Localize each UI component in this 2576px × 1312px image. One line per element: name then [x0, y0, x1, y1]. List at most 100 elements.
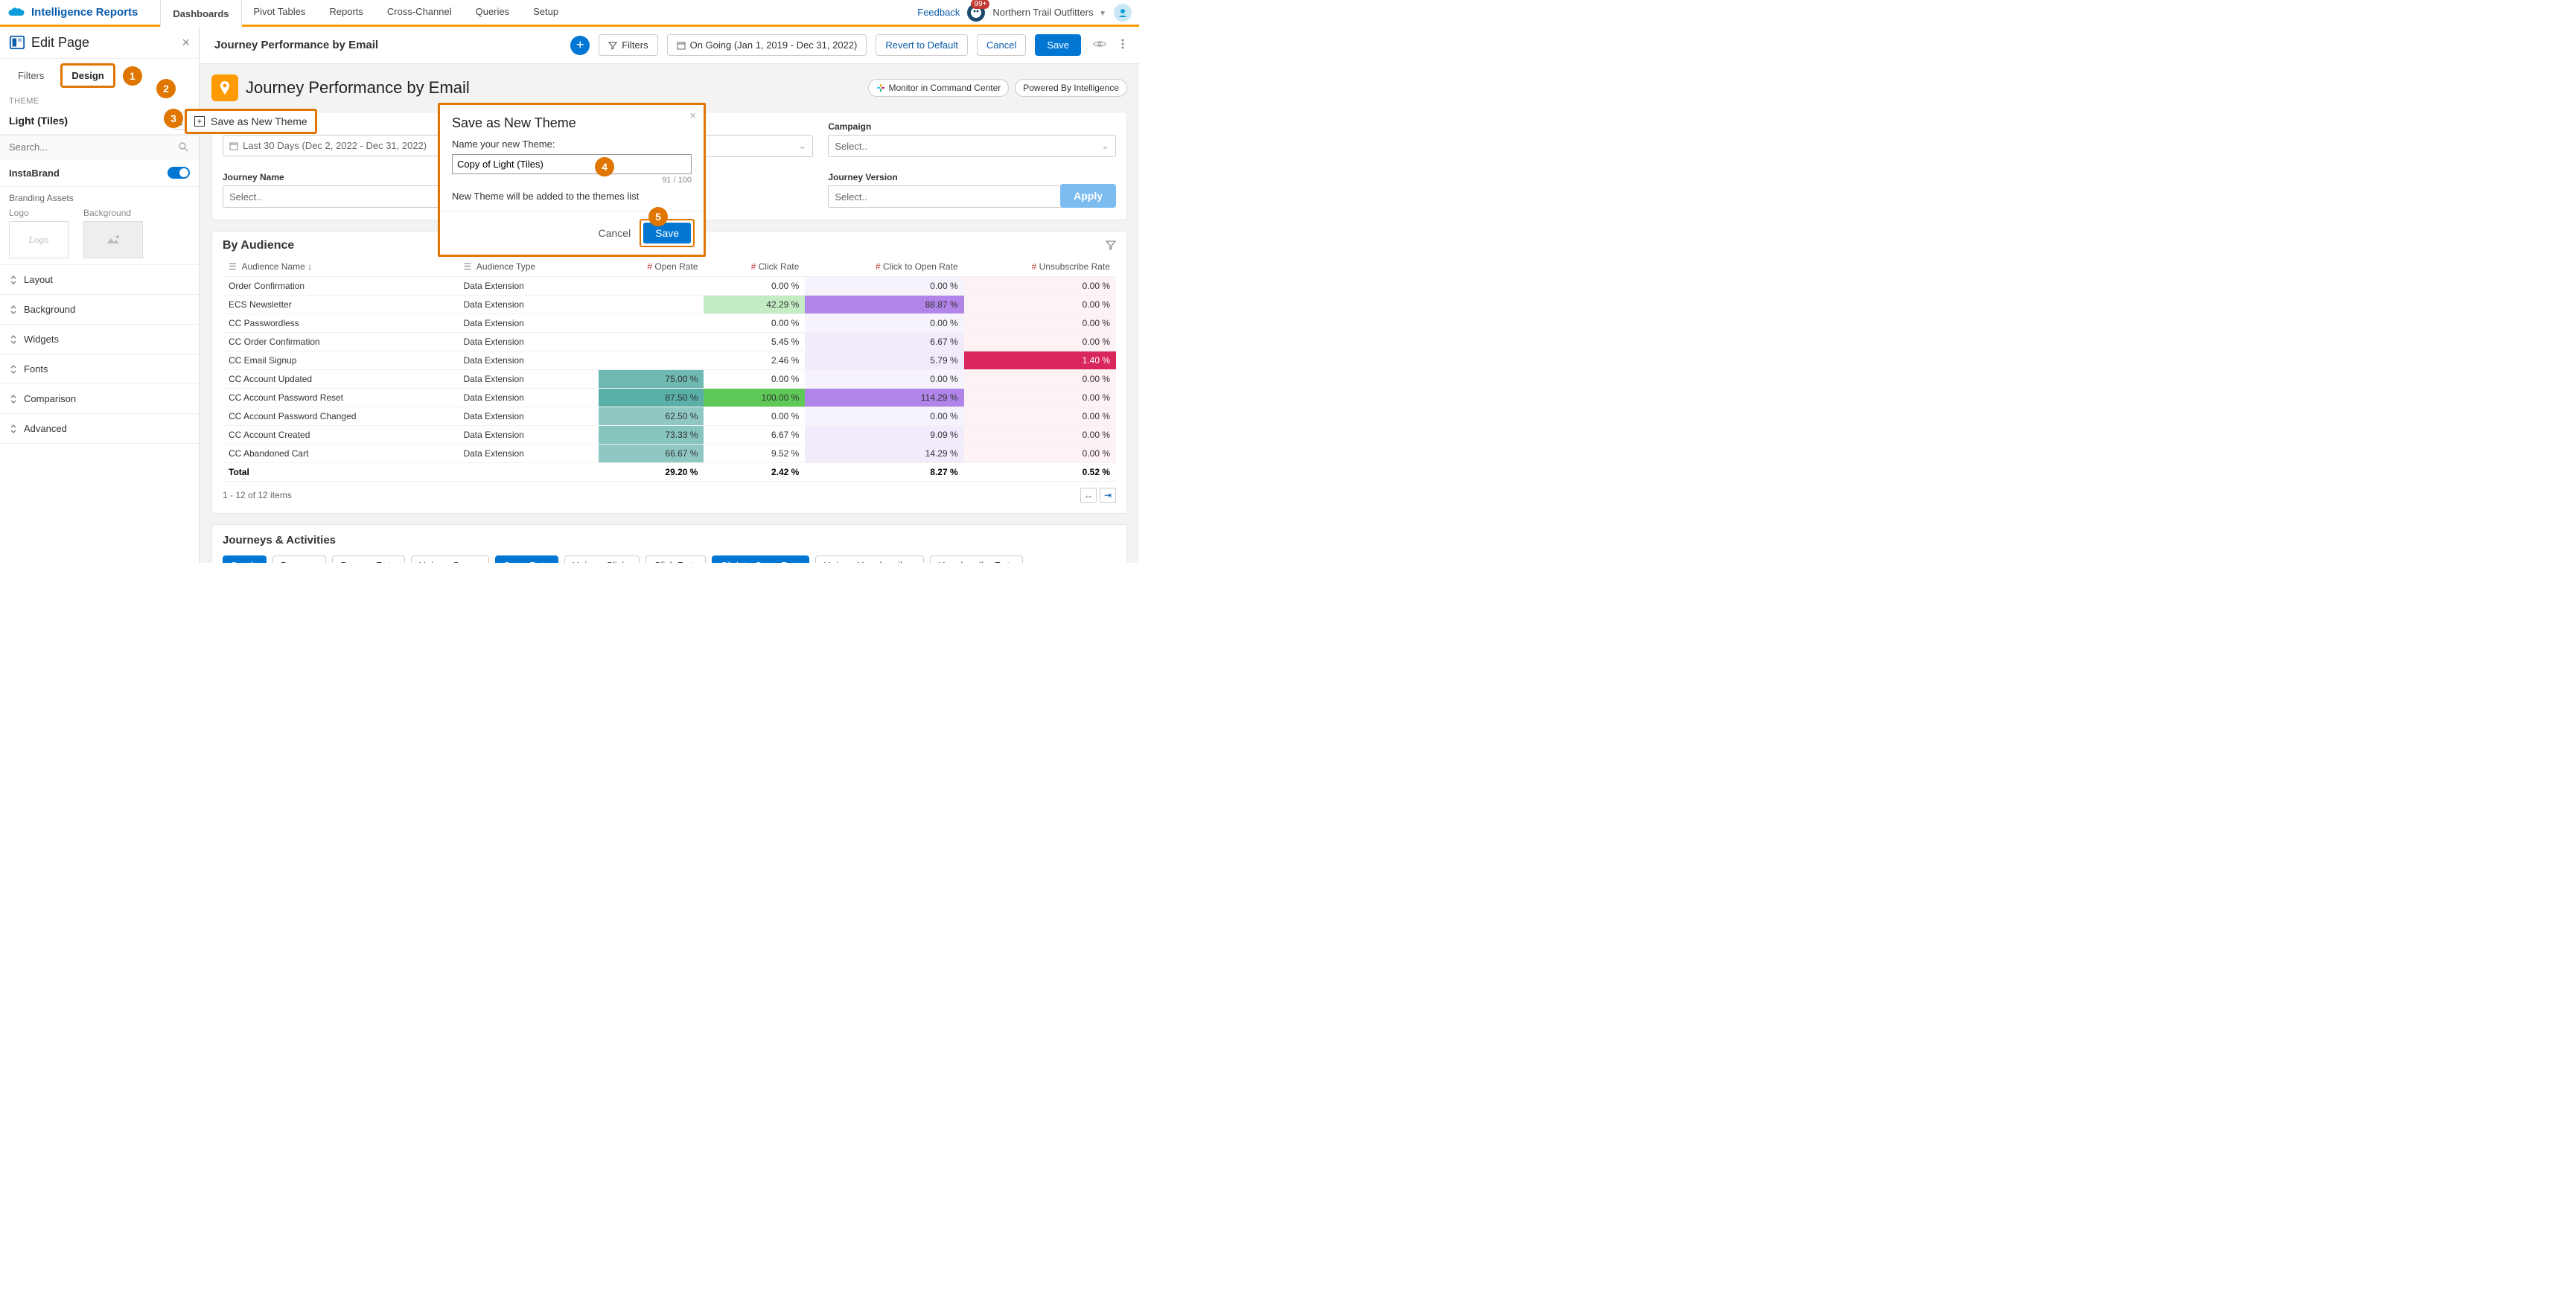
powered-by-intelligence-button[interactable]: Powered By Intelligence [1015, 79, 1127, 97]
journeys-activities-card: Journeys & Activities SendsBouncesBounce… [211, 524, 1127, 563]
fit-width-button[interactable]: ↔ [1080, 488, 1097, 503]
sidebar-close-button[interactable]: × [182, 35, 190, 51]
save-as-new-theme-menu-item[interactable]: + Save as New Theme [185, 109, 317, 134]
col-open-rate[interactable]: # Open Rate [599, 257, 704, 277]
callout-5: 5 [648, 207, 668, 226]
modal-close-button[interactable]: × [689, 109, 696, 122]
by-audience-table-card: By Audience ☰ Audience Name ↓ ☰ Audience… [211, 231, 1127, 514]
tab-pivot-tables[interactable]: Pivot Tables [242, 0, 318, 25]
modal-title: Save as New Theme [452, 115, 692, 131]
col-click-rate[interactable]: # Click Rate [704, 257, 805, 277]
top-navigation: Intelligence Reports Dashboards Pivot Ta… [0, 0, 1139, 27]
sidebar-tab-design[interactable]: Design [60, 63, 115, 88]
table-row: CC Account UpdatedData Extension75.00 %0… [223, 370, 1116, 389]
table-row: CC Email SignupData Extension2.46 %5.79 … [223, 351, 1116, 370]
pagination-summary: 1 - 12 of 12 items [223, 490, 292, 500]
save-button[interactable]: Save [1035, 34, 1081, 56]
pin-icon [217, 80, 232, 95]
save-as-new-theme-label: Save as New Theme [211, 115, 307, 127]
metric-chip[interactable]: Sends [223, 555, 267, 563]
calendar-icon [229, 141, 238, 150]
tab-dashboards[interactable]: Dashboards [160, 0, 241, 27]
sidebar-section-widgets[interactable]: Widgets [0, 325, 199, 354]
filters-button[interactable]: Filters [599, 34, 657, 56]
modal-cancel-button[interactable]: Cancel [598, 227, 631, 239]
callout-4: 4 [595, 157, 614, 176]
notifications-avatar[interactable]: 99+ [967, 4, 985, 22]
add-widget-button[interactable]: + [570, 36, 590, 55]
table-row: CC Account Password ChangedData Extensio… [223, 407, 1116, 426]
journey-version-label: Journey Version [828, 172, 1116, 182]
tab-cross-channel[interactable]: Cross-Channel [375, 0, 464, 25]
edit-page-icon [9, 34, 25, 51]
sidebar-section-comparison[interactable]: Comparison [0, 384, 199, 414]
feedback-link[interactable]: Feedback [917, 7, 960, 18]
sidebar-section-fonts[interactable]: Fonts [0, 354, 199, 384]
col-audience-type[interactable]: ☰ Audience Type [457, 257, 599, 277]
instabrand-toggle[interactable] [168, 167, 190, 179]
tab-reports[interactable]: Reports [317, 0, 375, 25]
expand-icon [9, 424, 18, 433]
branding-assets-heading: Branding Assets [9, 193, 190, 203]
callout-2: 2 [156, 79, 176, 98]
instabrand-label: InstaBrand [9, 168, 60, 179]
logo-asset-preview[interactable]: Logo [9, 221, 68, 258]
metric-chip[interactable]: Click to Open Rate [712, 555, 809, 563]
nav-tabs: Dashboards Pivot Tables Reports Cross-Ch… [160, 0, 570, 27]
fit-columns-button[interactable]: ⇥ [1100, 488, 1116, 503]
table-row: Order ConfirmationData Extension0.00 %0.… [223, 277, 1116, 296]
table-row: CC PasswordlessData Extension0.00 %0.00 … [223, 314, 1116, 333]
image-placeholder-icon [104, 233, 122, 246]
more-options-button[interactable] [1118, 36, 1127, 54]
col-audience-name[interactable]: ☰ Audience Name ↓ [223, 257, 457, 277]
metric-chip[interactable]: Bounces [272, 555, 327, 563]
preview-button[interactable] [1090, 36, 1109, 54]
workspace-selector[interactable]: Northern Trail Outfitters ▼ [992, 7, 1106, 18]
tab-queries[interactable]: Queries [464, 0, 522, 25]
sidebar-section-advanced[interactable]: Advanced [0, 414, 199, 444]
user-avatar[interactable] [1114, 4, 1132, 22]
kebab-icon [1121, 39, 1124, 49]
metric-chip[interactable]: Unique Unsubscribes [815, 555, 924, 563]
modal-save-button[interactable]: Save [643, 223, 691, 243]
metric-chip[interactable]: Open Rate [495, 555, 558, 563]
expand-icon [9, 335, 18, 344]
sidebar-section-background[interactable]: Background [0, 295, 199, 325]
background-asset-preview[interactable] [83, 221, 143, 258]
sidebar: Edit Page × Filters Design 1 THEME Light… [0, 27, 200, 563]
eye-icon [1093, 39, 1106, 48]
col-click-to-open-rate[interactable]: # Click to Open Rate [805, 257, 963, 277]
sidebar-search-input[interactable] [9, 141, 190, 153]
table-row: CC Abandoned CartData Extension66.67 %9.… [223, 445, 1116, 463]
filter-icon [1106, 240, 1116, 250]
monitor-command-center-button[interactable]: Monitor in Command Center [868, 79, 1010, 97]
revert-button[interactable]: Revert to Default [876, 34, 968, 56]
cancel-button[interactable]: Cancel [977, 34, 1026, 56]
dashboard-title: Journey Performance by Email [246, 78, 470, 98]
metric-chip[interactable]: Unique Clicks [564, 555, 640, 563]
slack-icon [876, 83, 885, 92]
metric-chip[interactable]: Unique Opens [411, 555, 489, 563]
apply-filters-button[interactable]: Apply [1060, 184, 1116, 208]
main-content: Journey Performance by Email + Filters O… [200, 27, 1139, 563]
modal-description: New Theme will be added to the themes li… [452, 191, 692, 202]
metric-chip[interactable]: Click Rate [645, 555, 706, 563]
expand-icon [9, 305, 18, 314]
save-theme-modal: × Save as New Theme Name your new Theme:… [438, 103, 706, 257]
filters-panel: Date Range Last 30 Days (Dec 2, 2022 - D… [211, 112, 1127, 220]
col-unsubscribe-rate[interactable]: # Unsubscribe Rate [964, 257, 1116, 277]
table-row: CC Account Password ResetData Extension8… [223, 389, 1116, 407]
theme-name-input[interactable] [452, 154, 692, 174]
campaign-select[interactable]: Select..⌄ [828, 135, 1116, 157]
table-row: ECS NewsletterData Extension42.29 %88.87… [223, 296, 1116, 314]
sidebar-tab-filters[interactable]: Filters [9, 66, 53, 86]
date-range-button[interactable]: On Going (Jan 1, 2019 - Dec 31, 2022) [667, 34, 867, 56]
sidebar-section-layout[interactable]: Layout [0, 265, 199, 295]
app-title: Intelligence Reports [31, 6, 138, 19]
metric-chip[interactable]: Bounce Rate [332, 555, 404, 563]
user-icon [1118, 7, 1128, 18]
metric-chip[interactable]: Unsubscribe Rate [930, 555, 1023, 563]
table-filter-button[interactable] [1106, 240, 1116, 252]
tab-setup[interactable]: Setup [521, 0, 570, 25]
callout-1: 1 [123, 66, 142, 86]
